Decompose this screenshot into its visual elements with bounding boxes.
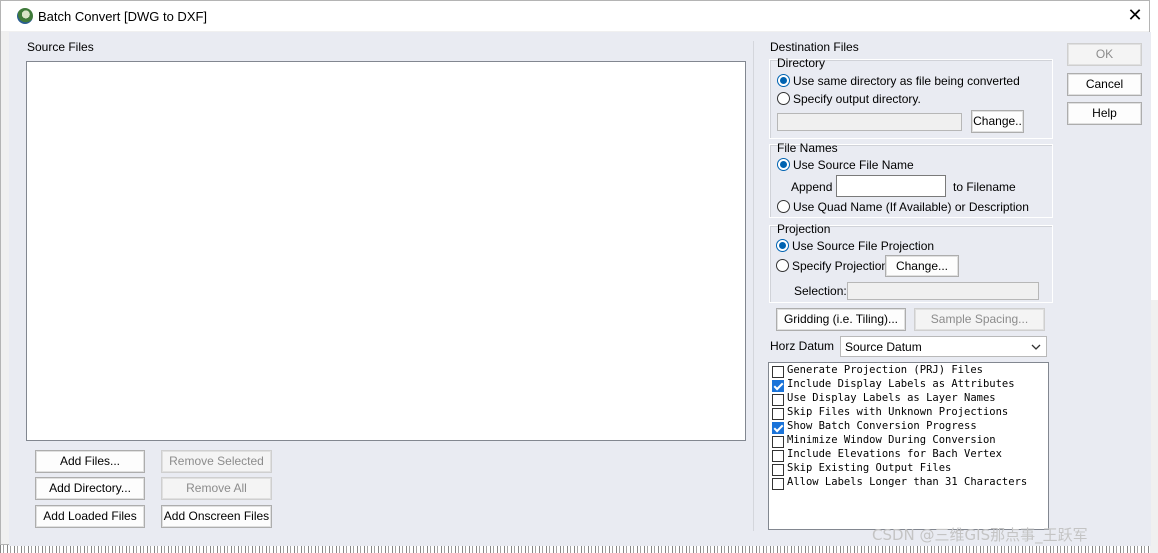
use-quad-name-radio[interactable] [777,200,790,213]
append-input[interactable] [836,175,946,197]
background-right-strip [1150,300,1158,553]
option-checkbox[interactable] [772,394,784,406]
use-source-projection-label: Use Source File Projection [792,239,935,253]
option-checkbox[interactable] [772,450,784,462]
option-row[interactable]: Allow Labels Longer than 31 Characters [771,476,1046,490]
remove-selected-button[interactable]: Remove Selected [161,450,272,473]
title-bar: Batch Convert [DWG to DXF] ✕ [1,1,1149,31]
specify-projection-radio[interactable] [776,259,789,272]
option-label: Include Display Labels as Attributes [787,378,1015,390]
horz-datum-label: Horz Datum [770,339,835,353]
remove-all-button[interactable]: Remove All [161,477,272,500]
selection-label: Selection: [794,284,847,298]
projection-selection-field [847,282,1039,300]
option-label: Generate Projection (PRJ) Files [787,364,983,376]
option-row[interactable]: Show Batch Conversion Progress [771,420,1046,434]
option-row[interactable]: Generate Projection (PRJ) Files [771,364,1046,378]
watermark-text: CSDN @三维GIS那点事_王跃军 [872,526,1088,544]
vertical-divider [753,41,754,531]
destination-files-label: Destination Files [770,40,859,54]
directory-label: Directory [777,56,826,70]
ok-button[interactable]: OK [1067,43,1142,66]
batch-convert-dialog: Batch Convert [DWG to DXF] ✕ Source File… [0,0,1151,546]
option-checkbox[interactable] [772,422,784,434]
option-row[interactable]: Skip Existing Output Files [771,462,1046,476]
option-row[interactable]: Minimize Window During Conversion [771,434,1046,448]
close-button[interactable]: ✕ [1119,1,1151,31]
directory-change-button[interactable]: Change.. [971,110,1024,133]
option-label: Use Display Labels as Layer Names [787,392,996,404]
option-checkbox[interactable] [772,464,784,476]
cancel-button[interactable]: Cancel [1067,73,1142,96]
option-checkbox[interactable] [772,408,784,420]
option-checkbox[interactable] [772,366,784,378]
option-label: Allow Labels Longer than 31 Characters [787,476,1028,488]
source-files-list[interactable] [26,61,746,441]
option-row[interactable]: Include Display Labels as Attributes [771,378,1046,392]
specify-projection-label: Specify Projection [792,259,889,273]
projection-label: Projection [777,222,831,236]
window-title: Batch Convert [DWG to DXF] [38,9,208,24]
option-row[interactable]: Include Elevations for Bach Vertex [771,448,1046,462]
use-source-file-name-radio[interactable] [777,158,790,171]
option-label: Minimize Window During Conversion [787,434,996,446]
horz-datum-value: Source Datum [845,340,922,354]
option-checkbox[interactable] [772,436,784,448]
option-label: Skip Existing Output Files [787,462,952,474]
help-button[interactable]: Help [1067,102,1142,125]
add-directory-button[interactable]: Add Directory... [35,477,145,500]
projection-change-button[interactable]: Change... [885,255,959,277]
options-checklist: Generate Projection (PRJ) Files Include D… [768,362,1049,530]
use-source-projection-radio[interactable] [776,239,789,252]
horz-datum-select[interactable]: Source Datum [840,336,1047,357]
option-label: Include Elevations for Bach Vertex [787,448,1002,460]
option-row[interactable]: Use Display Labels as Layer Names [771,392,1046,406]
use-quad-name-label: Use Quad Name (If Available) or Descript… [793,200,1029,214]
file-names-label: File Names [777,141,838,155]
to-filename-label: to Filename [953,180,1016,194]
use-same-directory-label: Use same directory as file being convert… [793,74,1020,88]
specify-output-directory-label: Specify output directory. [793,92,921,106]
append-label: Append [791,180,833,194]
sample-spacing-button[interactable]: Sample Spacing... [914,308,1045,331]
use-source-file-name-label: Use Source File Name [793,158,914,172]
specify-output-directory-radio[interactable] [777,92,790,105]
source-files-label: Source Files [27,40,94,54]
add-files-button[interactable]: Add Files... [35,450,145,473]
option-label: Show Batch Conversion Progress [787,420,977,432]
app-logo-icon [17,8,33,24]
option-checkbox[interactable] [772,478,784,490]
add-onscreen-files-button[interactable]: Add Onscreen Files [161,505,272,528]
add-loaded-files-button[interactable]: Add Loaded Files [35,505,145,528]
option-row[interactable]: Skip Files with Unknown Projections [771,406,1046,420]
chevron-down-icon [1031,344,1041,350]
gridding-button[interactable]: Gridding (i.e. Tiling)... [776,308,906,331]
option-checkbox[interactable] [772,380,784,392]
output-directory-field[interactable] [777,113,962,131]
use-same-directory-radio[interactable] [777,74,790,87]
option-label: Skip Files with Unknown Projections [787,406,1009,418]
